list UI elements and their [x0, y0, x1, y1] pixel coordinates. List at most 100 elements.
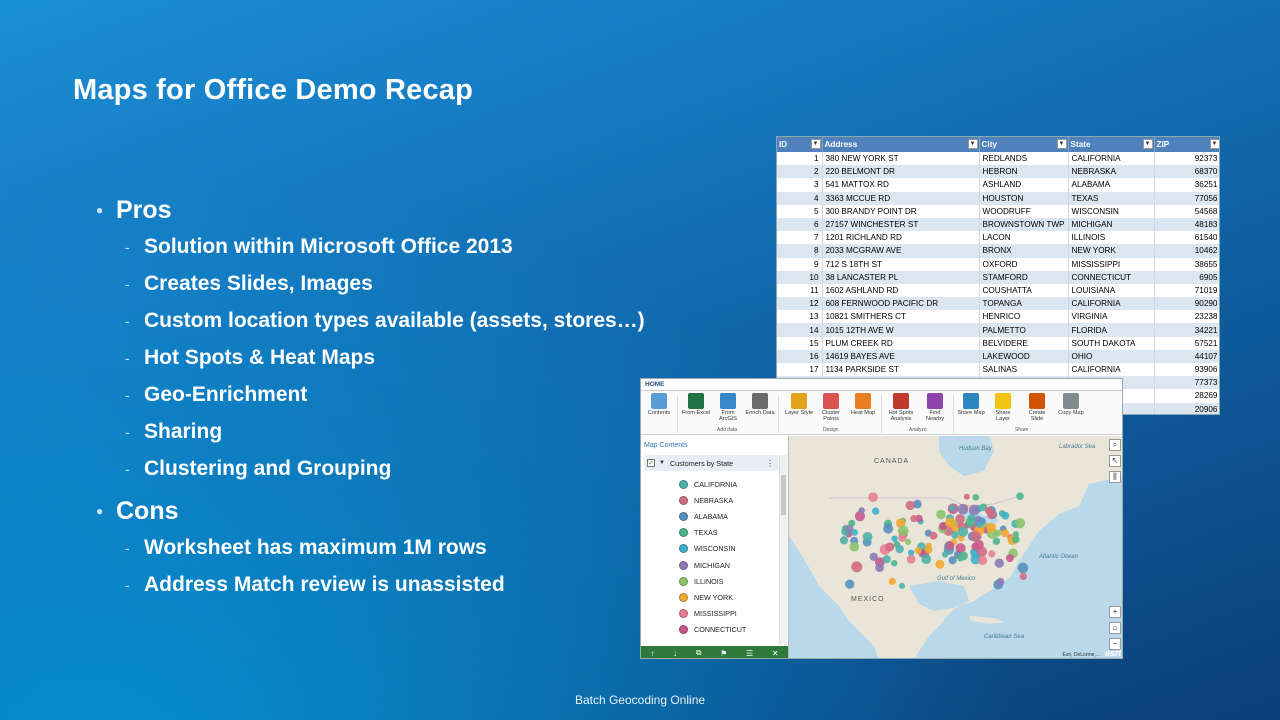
table-cell[interactable]: STAMFORD: [979, 270, 1069, 284]
table-cell[interactable]: MICHIGAN: [1068, 217, 1155, 232]
layer-row-customers[interactable]: ✓ ▼ Customers by State ⋮: [644, 455, 778, 471]
map-point[interactable]: [839, 536, 849, 545]
map-point[interactable]: [895, 544, 904, 554]
map-point[interactable]: [987, 509, 997, 520]
table-cell[interactable]: 61540: [1154, 231, 1219, 245]
map-point[interactable]: [868, 492, 878, 502]
table-cell[interactable]: CALIFORNIA: [1068, 363, 1155, 377]
filter-dropdown-icon[interactable]: ▼: [1209, 139, 1219, 149]
map-point[interactable]: [925, 542, 932, 549]
table-cell[interactable]: 57521: [1154, 336, 1219, 350]
map-point[interactable]: [858, 507, 865, 514]
table-cell[interactable]: 20906: [1154, 402, 1219, 414]
find-nearby-button[interactable]: Find Nearby: [920, 393, 950, 427]
table-cell[interactable]: 77056: [1154, 191, 1219, 205]
table-cell[interactable]: 4: [777, 191, 823, 205]
table-cell[interactable]: 48183: [1154, 217, 1219, 232]
table-cell[interactable]: 1602 ASHLAND RD: [822, 283, 980, 298]
table-cell[interactable]: OXFORD: [979, 257, 1069, 271]
map-point[interactable]: [849, 541, 860, 552]
map-point[interactable]: [968, 504, 980, 516]
table-cell[interactable]: 93906: [1154, 363, 1219, 377]
table-cell[interactable]: SOUTH DAKOTA: [1068, 336, 1155, 350]
table-cell[interactable]: 34221: [1154, 323, 1219, 337]
table-cell[interactable]: LOUISIANA: [1068, 283, 1155, 298]
table-cell[interactable]: 712 S 18TH ST: [822, 257, 980, 271]
map-point[interactable]: [1001, 529, 1010, 538]
table-cell[interactable]: 14619 BAYES AVE: [822, 349, 980, 363]
library-icon[interactable]: ⫼: [1109, 471, 1121, 483]
table-cell[interactable]: 9: [777, 257, 823, 271]
map-point[interactable]: [898, 525, 909, 537]
column-header[interactable]: City ▼: [979, 137, 1069, 152]
map-point[interactable]: [978, 555, 988, 565]
map-point[interactable]: [992, 537, 1001, 545]
table-cell[interactable]: BRONX: [979, 244, 1069, 258]
table-cell[interactable]: LACON: [979, 231, 1069, 245]
map-point[interactable]: [935, 559, 945, 569]
map-point[interactable]: [851, 561, 863, 573]
table-cell[interactable]: ASHLAND: [979, 178, 1069, 192]
table-cell[interactable]: 44107: [1154, 349, 1219, 363]
map-point[interactable]: [994, 558, 1004, 568]
slide-button[interactable]: Create Slide: [1022, 393, 1052, 427]
table-cell[interactable]: 1134 PARKSIDE ST: [822, 363, 980, 377]
map-view[interactable]: CANADA MEXICO Atlantic Ocean Hudson Bay …: [789, 436, 1122, 658]
contents-button[interactable]: Contents: [644, 393, 674, 427]
table-cell[interactable]: OHIO: [1068, 349, 1155, 363]
arcgis-button[interactable]: From ArcGIS: [713, 393, 743, 427]
map-point[interactable]: [945, 517, 956, 528]
table-cell[interactable]: 300 BRANDY POINT DR: [822, 204, 980, 218]
filter-dropdown-icon[interactable]: ▼: [967, 139, 978, 149]
table-cell[interactable]: 90290: [1154, 297, 1219, 311]
table-cell[interactable]: HOUSTON: [979, 191, 1069, 205]
table-cell[interactable]: BELVIDERE: [979, 336, 1069, 350]
column-header[interactable]: State ▼: [1068, 137, 1155, 152]
table-cell[interactable]: 8: [777, 244, 823, 258]
map-point[interactable]: [872, 507, 880, 515]
map-point[interactable]: [949, 504, 956, 512]
map-point[interactable]: [1016, 492, 1024, 500]
table-cell[interactable]: 1: [777, 152, 823, 166]
map-point[interactable]: [848, 519, 856, 527]
more-options-icon[interactable]: ⋮: [766, 459, 774, 468]
table-cell[interactable]: 608 FERNWOOD PACIFIC DR: [822, 297, 980, 311]
map-point[interactable]: [888, 577, 896, 585]
table-cell[interactable]: 92373: [1154, 152, 1219, 166]
map-point[interactable]: [875, 563, 884, 572]
table-cell[interactable]: TEXAS: [1068, 191, 1155, 205]
map-point[interactable]: [996, 577, 1005, 586]
map-point[interactable]: [904, 538, 912, 546]
cluster-button[interactable]: Cluster Points: [816, 393, 846, 427]
table-cell[interactable]: 38 LANCASTER PL: [822, 270, 980, 284]
column-header[interactable]: ID ▼: [777, 137, 823, 152]
map-point[interactable]: [845, 579, 855, 589]
map-point[interactable]: [972, 494, 980, 501]
table-cell[interactable]: HEBRON: [979, 165, 1069, 179]
search-icon[interactable]: ⌕: [1109, 439, 1121, 451]
table-cell[interactable]: REDLANDS: [979, 152, 1069, 166]
map-point[interactable]: [945, 541, 955, 551]
duplicate-icon[interactable]: ⧉: [696, 648, 702, 658]
table-cell[interactable]: 23238: [1154, 310, 1219, 324]
table-cell[interactable]: 10: [777, 270, 823, 284]
table-cell[interactable]: CALIFORNIA: [1068, 152, 1155, 166]
map-point[interactable]: [958, 551, 968, 561]
table-cell[interactable]: ALABAMA: [1068, 178, 1155, 192]
tab-home[interactable]: HOME: [645, 381, 665, 388]
table-cell[interactable]: VIRGINIA: [1068, 310, 1155, 324]
table-cell[interactable]: MISSISSIPPI: [1068, 257, 1155, 271]
remove-icon[interactable]: ✕: [772, 649, 779, 658]
map-point[interactable]: [1012, 535, 1020, 544]
table-cell[interactable]: 6905: [1154, 270, 1219, 284]
layer-style-button[interactable]: Layer Style: [784, 393, 814, 427]
table-cell[interactable]: WISCONSIN: [1068, 204, 1155, 218]
zoom-in-icon[interactable]: +: [1109, 606, 1121, 618]
map-point[interactable]: [965, 517, 976, 528]
map-point[interactable]: [869, 552, 878, 561]
table-cell[interactable]: COUSHATTA: [979, 283, 1069, 298]
map-point[interactable]: [942, 551, 949, 558]
map-point[interactable]: [994, 529, 1002, 537]
table-cell[interactable]: 14: [777, 323, 823, 337]
table-cell[interactable]: CONNECTICUT: [1068, 270, 1155, 284]
